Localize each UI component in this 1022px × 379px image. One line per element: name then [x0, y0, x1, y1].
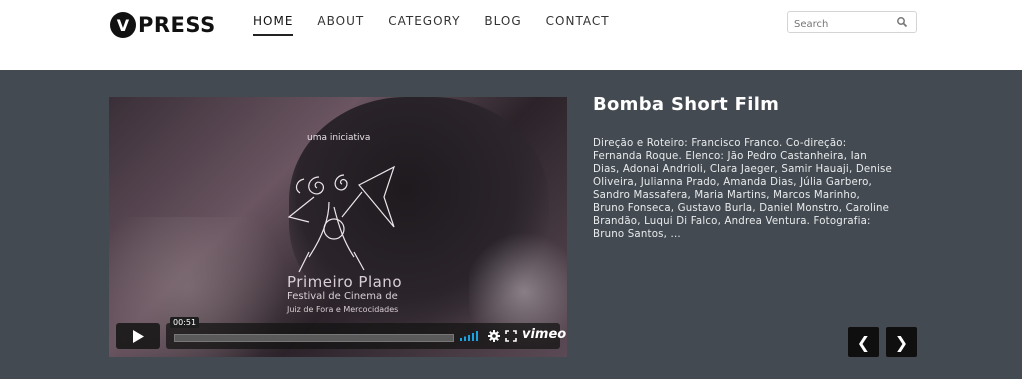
top-header: V PRESS HOME ABOUT CATEGORY BLOG CONTACT	[0, 0, 1022, 70]
video-controls: 00:51 vimeo	[116, 317, 566, 349]
nav-blog[interactable]: BLOG	[484, 14, 521, 36]
logo-text: PRESS	[138, 13, 216, 37]
logo-badge: V	[110, 12, 136, 38]
nav-about[interactable]: ABOUT	[317, 14, 364, 36]
video-overlay-subtitle: Festival de Cinema de	[287, 291, 398, 302]
video-overlay-subtitle-2: Juiz de Fora e Mercocidades	[287, 305, 399, 314]
search-input[interactable]	[788, 14, 894, 34]
slider-prev-button[interactable]: ❮	[848, 327, 879, 357]
search-box	[787, 11, 917, 34]
video-player[interactable]: uma iniciativa Primeiro Plano Festival d…	[109, 97, 567, 357]
post-title[interactable]: Bomba Short Film	[593, 94, 779, 115]
volume-icon[interactable]	[460, 331, 478, 341]
nav-home[interactable]: HOME	[253, 14, 294, 36]
post-excerpt: Direção e Roteiro: Francisco Franco. Co-…	[593, 138, 893, 240]
play-icon	[133, 329, 144, 343]
featured-slider: uma iniciativa Primeiro Plano Festival d…	[0, 70, 1022, 379]
search-icon[interactable]	[896, 16, 908, 28]
site-logo[interactable]: V PRESS	[110, 12, 216, 38]
settings-icon[interactable]	[488, 330, 500, 342]
nav-category[interactable]: CATEGORY	[388, 14, 460, 36]
nav-contact[interactable]: CONTACT	[546, 14, 610, 36]
video-overlay-title: Primeiro Plano	[287, 273, 402, 291]
main-nav: HOME ABOUT CATEGORY BLOG CONTACT	[253, 14, 634, 36]
play-button[interactable]	[116, 323, 160, 349]
video-control-bar: 00:51 vimeo	[166, 317, 566, 349]
video-progress-bar[interactable]	[174, 334, 454, 342]
fullscreen-icon[interactable]	[505, 330, 517, 342]
vimeo-logo[interactable]: vimeo	[522, 327, 566, 342]
festival-logo-drawing	[287, 165, 396, 273]
slider-next-button[interactable]: ❯	[886, 327, 917, 357]
video-timecode: 00:51	[170, 317, 200, 328]
video-overlay-caption: uma iniciativa	[307, 133, 371, 143]
